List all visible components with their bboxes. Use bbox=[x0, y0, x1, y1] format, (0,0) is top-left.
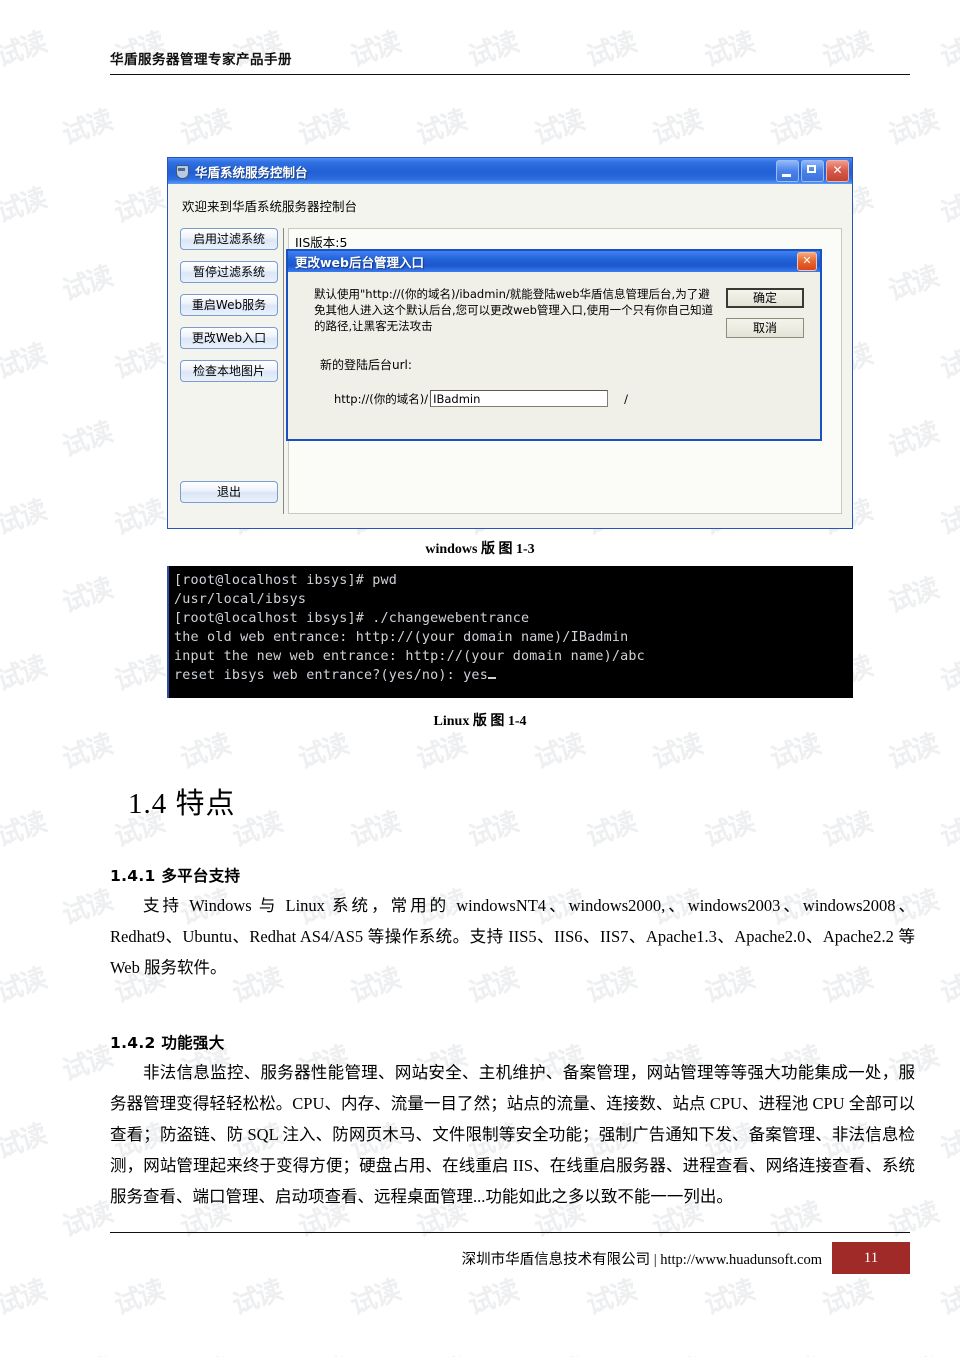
watermark-text: 试读 bbox=[289, 1307, 421, 1357]
watermark-row: 试读试读试读试读试读试读试读试读试读试读 bbox=[0, 1326, 960, 1357]
dialog-subtitle: 新的登陆后台url: bbox=[320, 358, 412, 372]
dialog-description: 默认使用"http://(你的域名)/ibadmin/就能登陆web华盾信息管理… bbox=[314, 287, 714, 333]
restart-web-service-button[interactable]: 重启Web服务 bbox=[180, 294, 278, 316]
watermark-text: 试读 bbox=[59, 416, 115, 464]
watermark-text: 试读 bbox=[0, 683, 67, 799]
footer-rule bbox=[110, 1232, 910, 1233]
window-titlebar: 华盾系统服务控制台 ✕ bbox=[168, 158, 852, 184]
cancel-button[interactable]: 取消 bbox=[726, 318, 804, 338]
document-content: 1.4 特点 1.4.1 多平台支持 支持 Windows 与 Linux 系统… bbox=[110, 780, 915, 1212]
watermark-text: 试读 bbox=[761, 1307, 893, 1357]
watermark-text: 试读 bbox=[59, 104, 115, 152]
dialog-titlebar: 更改web后台管理入口 ✕ bbox=[288, 251, 820, 272]
watermark-text: 试读 bbox=[0, 995, 67, 1111]
ok-button[interactable]: 确定 bbox=[726, 288, 804, 308]
exit-button[interactable]: 退出 bbox=[180, 481, 278, 503]
watermark-text: 试读 bbox=[879, 1307, 960, 1357]
check-local-images-button[interactable]: 检查本地图片 bbox=[180, 360, 278, 382]
watermark-text: 试读 bbox=[525, 1307, 657, 1357]
window-controls: ✕ bbox=[776, 160, 849, 182]
watermark-text: 试读 bbox=[407, 1307, 539, 1357]
watermark-text: 试读 bbox=[0, 1307, 67, 1357]
page-number-badge: 11 bbox=[832, 1242, 910, 1274]
pause-filter-button[interactable]: 暂停过滤系统 bbox=[180, 261, 278, 283]
watermark-text: 试读 bbox=[643, 1307, 775, 1357]
dialog-body: 默认使用"http://(你的域名)/ibadmin/就能登陆web华盾信息管理… bbox=[288, 272, 820, 439]
watermark-text: 试读 bbox=[0, 650, 49, 698]
watermark-text: 试读 bbox=[885, 104, 941, 152]
welcome-text: 欢迎来到华盾系统服务器控制台 bbox=[182, 199, 358, 214]
running-header: 华盾服务器管理专家产品手册 bbox=[110, 48, 910, 75]
watermark-text: 试读 bbox=[59, 260, 115, 308]
header-rule bbox=[110, 74, 910, 75]
watermark-text: 试读 bbox=[0, 962, 49, 1010]
terminal-line-with-cursor: reset ibsys web entrance?(yes/no): yes bbox=[174, 666, 849, 685]
watermark-text: 试读 bbox=[53, 1307, 185, 1357]
watermark-text: 试读 bbox=[171, 1307, 303, 1357]
figure-caption-1-3: windows 版 图 1-3 bbox=[425, 542, 535, 557]
change-web-entrance-button[interactable]: 更改Web入口 bbox=[180, 327, 278, 349]
watermark-text: 试读 bbox=[937, 182, 960, 230]
watermark-text: 试读 bbox=[0, 338, 49, 386]
watermark-text: 试读 bbox=[937, 1118, 960, 1166]
watermark-text: 试读 bbox=[0, 182, 49, 230]
watermark-text: 试读 bbox=[0, 839, 67, 955]
subsection-141: 1.4.1 多平台支持 支持 Windows 与 Linux 系统，常用的 wi… bbox=[110, 864, 915, 983]
watermark-text: 试读 bbox=[0, 371, 67, 487]
watermark-text: 试读 bbox=[885, 416, 941, 464]
shield-icon bbox=[174, 164, 189, 179]
url-entry-row: http://(你的域名)/ / bbox=[334, 390, 628, 407]
dialog-title: 更改web后台管理入口 bbox=[295, 255, 424, 270]
close-icon[interactable]: ✕ bbox=[826, 160, 849, 182]
watermark-text: 试读 bbox=[937, 26, 960, 74]
terminal-line: input the new web entrance: http://(your… bbox=[174, 649, 645, 664]
url-prefix-label: http://(你的域名)/ bbox=[334, 391, 429, 406]
watermark-text: 试读 bbox=[937, 962, 960, 1010]
watermark-text: 试读 bbox=[0, 26, 49, 74]
subsection-heading: 1.4.1 多平台支持 bbox=[110, 867, 241, 885]
maximize-button[interactable] bbox=[801, 160, 824, 182]
watermark-text: 试读 bbox=[0, 1118, 49, 1166]
terminal-cursor bbox=[487, 677, 496, 679]
watermark-text: 试读 bbox=[937, 806, 960, 854]
enable-filter-button[interactable]: 启用过滤系统 bbox=[180, 228, 278, 250]
document-page: 试读 试读 试读 试读 试读 试读 试读 试读 试读 试读 试读 试读 试读 试读 试读 试读 试读 试读 试读 试读… bbox=[0, 0, 960, 1357]
watermark-text: 试读 bbox=[0, 59, 67, 175]
dialog-buttons: 确定 取消 bbox=[726, 288, 806, 348]
paragraph: 非法信息监控、服务器性能管理、网站安全、主机维护、备案管理，网站管理等等强大功能… bbox=[110, 1063, 915, 1206]
terminal-screenshot: [root@localhost ibsys]# pwd /usr/local/i… bbox=[167, 566, 853, 698]
subsection-142: 1.4.2 功能强大 非法信息监控、服务器性能管理、网站安全、主机维护、备案管理… bbox=[110, 1031, 915, 1212]
minimize-button[interactable] bbox=[776, 160, 799, 182]
subsection-heading: 1.4.2 功能强大 bbox=[110, 1034, 225, 1052]
terminal-line: [root@localhost ibsys]# pwd bbox=[174, 573, 398, 588]
watermark-text: 试读 bbox=[0, 215, 67, 331]
watermark-text: 试读 bbox=[0, 1274, 49, 1322]
terminal-line: [root@localhost ibsys]# ./changewebentra… bbox=[174, 611, 530, 626]
figure-caption-1-4: Linux 版 图 1-4 bbox=[433, 714, 527, 729]
url-suffix-label: / bbox=[624, 391, 628, 406]
watermark-text: 试读 bbox=[937, 1274, 960, 1322]
watermark-row: 试读试读试读试读试读试读试读试读试读试读 bbox=[0, 78, 960, 156]
page-footer: 深圳市华盾信息技术有限公司 | http://www.huadunsoft.co… bbox=[110, 1232, 910, 1274]
terminal-line-text: reset ibsys web entrance?(yes/no): yes bbox=[174, 668, 488, 683]
watermark-text: 试读 bbox=[0, 806, 49, 854]
watermark-text: 试读 bbox=[885, 260, 941, 308]
watermark-text: 试读 bbox=[937, 338, 960, 386]
section-heading: 1.4 特点 bbox=[128, 788, 236, 820]
dialog-close-icon[interactable]: ✕ bbox=[797, 252, 817, 271]
sidebar-buttons: 启用过滤系统 暂停过滤系统 重启Web服务 更改Web入口 检查本地图片 bbox=[180, 228, 284, 514]
new-entrance-input[interactable] bbox=[430, 390, 609, 407]
footer-text: 深圳市华盾信息技术有限公司 | http://www.huadunsoft.co… bbox=[461, 1251, 822, 1268]
header-title: 华盾服务器管理专家产品手册 bbox=[110, 52, 292, 68]
close-glyph: ✕ bbox=[832, 163, 843, 177]
change-entrance-dialog: 更改web后台管理入口 ✕ 默认使用"http://(你的域名)/ibadmin… bbox=[286, 249, 822, 441]
window-title: 华盾系统服务控制台 bbox=[195, 164, 308, 180]
terminal-line: /usr/local/ibsys bbox=[174, 592, 307, 607]
watermark-text: 试读 bbox=[937, 650, 960, 698]
terminal-line: the old web entrance: http://(your domai… bbox=[174, 630, 629, 645]
paragraph: 支持 Windows 与 Linux 系统，常用的 windowsNT4、win… bbox=[110, 896, 915, 977]
watermark-text: 试读 bbox=[0, 1151, 67, 1267]
